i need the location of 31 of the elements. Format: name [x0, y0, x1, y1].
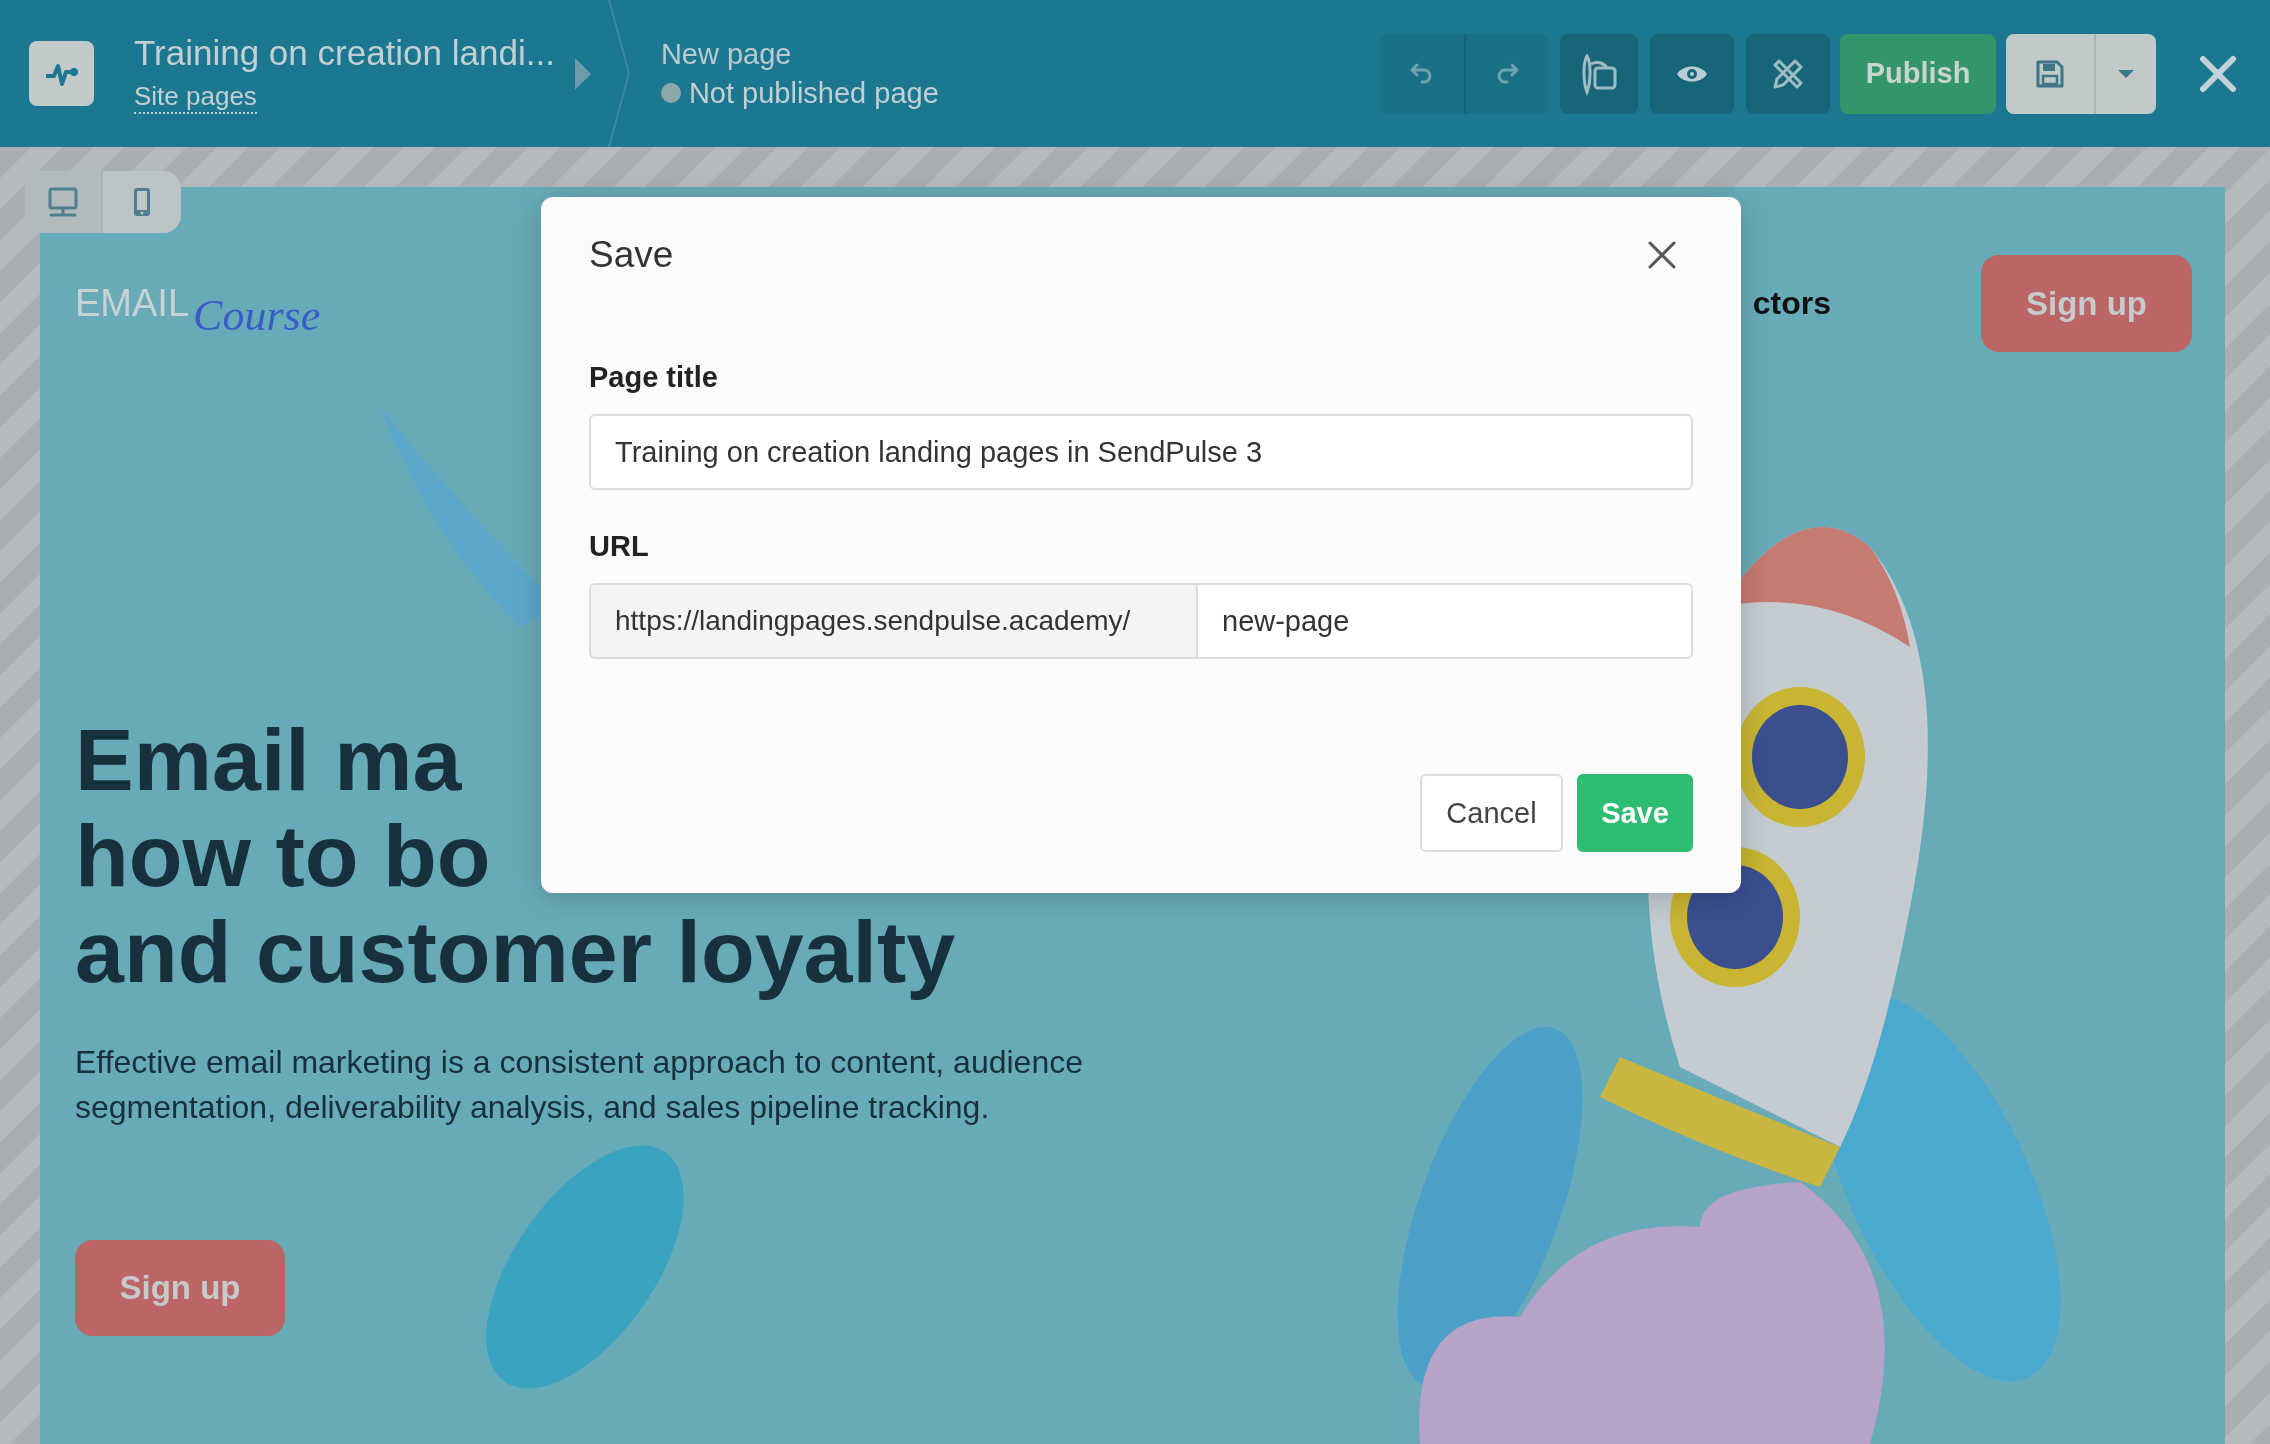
pulse-logo-icon[interactable] — [29, 41, 94, 106]
status-text: Not published page — [688, 76, 939, 110]
page-name: New page — [660, 37, 793, 71]
heading-line: Email ma — [75, 712, 462, 808]
tools-button[interactable] — [1746, 33, 1830, 114]
desktop-view-button[interactable] — [25, 171, 103, 233]
logo-script-text: Course — [193, 290, 321, 341]
dialog-title: Save — [589, 234, 674, 276]
style-button[interactable] — [1560, 33, 1638, 114]
cancel-button[interactable]: Cancel — [1420, 774, 1563, 852]
site-title: Training on creation landi... — [134, 33, 555, 73]
logo-text: EMAIL — [75, 282, 190, 325]
field-label: Page title — [589, 361, 719, 394]
field-label: URL — [589, 530, 650, 563]
preview-button[interactable] — [1650, 33, 1734, 114]
sign-up-button[interactable]: Sign up — [75, 1240, 285, 1336]
save-button[interactable]: Save — [1577, 774, 1693, 852]
sign-up-button[interactable]: Sign up — [1981, 255, 2192, 352]
heading-line: and customer loyalty — [75, 904, 956, 1000]
url-prefix: https://landingpages.sendpulse.academy/ — [589, 583, 1196, 659]
publish-button[interactable]: Publish — [1840, 33, 1996, 114]
hero-paragraph: Effective email marketing is a consistent approach to content, audience segmentation, deliverability analysis, and sales pipeline tracking. — [75, 1043, 1084, 1127]
monitor-icon — [47, 187, 79, 217]
chevron-icon — [572, 55, 593, 92]
phone-icon — [131, 187, 153, 217]
caret-icon — [2118, 68, 2134, 79]
url-slug-field[interactable]: new-page — [1196, 583, 1693, 659]
heading-line: how to bo — [75, 808, 491, 904]
page-title-field[interactable]: Training on creation landing pages in SendPulse 3 — [589, 414, 1693, 490]
site-pages-link[interactable]: Site pages — [134, 81, 257, 114]
nav-link[interactable]: ctors — [1752, 285, 1831, 322]
